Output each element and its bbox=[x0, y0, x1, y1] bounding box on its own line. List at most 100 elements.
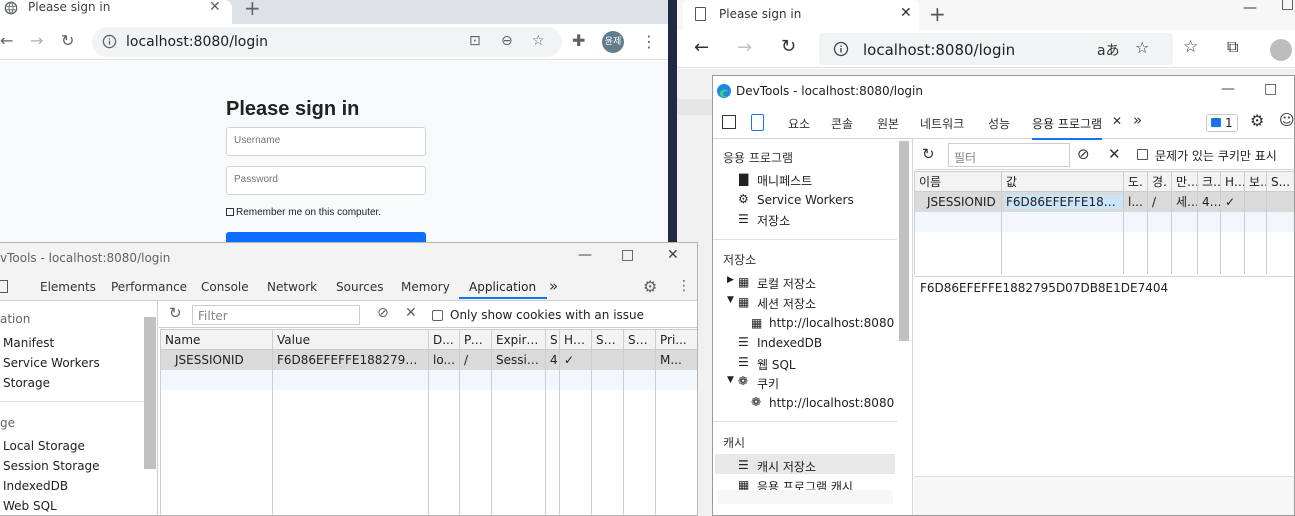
minimize-icon[interactable]: — bbox=[578, 247, 592, 263]
sidebar-item-manifest[interactable]: Manifest bbox=[3, 336, 54, 350]
column-header[interactable]: 이름 bbox=[914, 171, 1002, 192]
reload-icon[interactable]: ↻ bbox=[61, 32, 74, 50]
maximize-icon[interactable]: □ bbox=[621, 247, 634, 263]
column-header[interactable]: D... bbox=[428, 329, 460, 350]
close-tab-icon[interactable]: ✕ bbox=[1112, 114, 1122, 128]
info-icon[interactable] bbox=[102, 34, 117, 49]
more-tabs-icon[interactable]: » bbox=[549, 277, 558, 295]
sidebar-item-session-storage-ko[interactable]: 세션 저장소 bbox=[757, 295, 816, 312]
column-header[interactable]: 만.. bbox=[1171, 171, 1198, 192]
sidebar-item-local-storage-ko[interactable]: 로컬 저장소 bbox=[757, 275, 816, 292]
password-input[interactable]: Password bbox=[226, 166, 426, 195]
column-header[interactable]: S. bbox=[545, 329, 560, 350]
edge-devtools-maximize-icon[interactable]: □ bbox=[1264, 81, 1277, 97]
column-header[interactable]: 값 bbox=[1001, 171, 1124, 192]
more-tabs-icon[interactable]: » bbox=[1133, 111, 1142, 129]
sidebar-item-manifest-ko[interactable]: 매니페스트 bbox=[757, 172, 812, 189]
edge-reload-icon[interactable]: ↻ bbox=[781, 38, 796, 56]
tab-performance-ko[interactable]: 성능 bbox=[988, 115, 1010, 132]
column-header[interactable]: Value bbox=[272, 329, 429, 350]
collapse-arrow-icon[interactable]: ▼ bbox=[727, 295, 734, 305]
collections-icon[interactable]: ⧉ bbox=[1227, 38, 1238, 56]
sidebar-item-service-workers[interactable]: Service Workers bbox=[3, 356, 100, 370]
settings-gear-icon[interactable]: ⚙ bbox=[643, 277, 657, 296]
menu-icon[interactable]: ⋮ bbox=[641, 32, 657, 51]
settings-gear-icon[interactable]: ⚙ bbox=[1250, 111, 1264, 130]
tab-network[interactable]: Network bbox=[267, 280, 317, 294]
extensions-icon[interactable]: ✚ bbox=[572, 32, 585, 50]
tab-console-ko[interactable]: 콘솔 bbox=[831, 115, 853, 132]
edge-address-bar[interactable]: localhost:8080/login aあ ☆ bbox=[819, 33, 1173, 65]
sidebar-horizontal-scrollbar[interactable] bbox=[717, 490, 893, 504]
sidebar-item-session-origin[interactable]: http://localhost:8080 bbox=[769, 316, 894, 330]
edge-devtools-minimize-icon[interactable]: — bbox=[1221, 81, 1235, 97]
column-header[interactable]: Pa... bbox=[459, 329, 492, 350]
edge-cookie-filter-input[interactable]: 필터 bbox=[948, 143, 1070, 167]
tab-application-ko[interactable]: 응용 프로그램 bbox=[1032, 115, 1103, 140]
column-header[interactable]: 도. bbox=[1123, 171, 1148, 192]
sidebar-item-websql-ko[interactable]: 웹 SQL bbox=[757, 356, 796, 373]
collapse-arrow-icon[interactable]: ▼ bbox=[727, 375, 734, 385]
edge-new-tab-icon[interactable]: + bbox=[929, 2, 946, 26]
maximize-icon[interactable]: □ bbox=[1281, 0, 1294, 12]
tab-sources-ko[interactable]: 원본 bbox=[877, 115, 899, 132]
refresh-icon[interactable]: ↻ bbox=[169, 304, 182, 322]
table-row[interactable]: JSESSIONID F6D86EFEFFE1882795D07... lo..… bbox=[160, 349, 697, 370]
issues-badge[interactable]: 1 bbox=[1206, 114, 1238, 132]
delete-selected-icon[interactable]: ✕ bbox=[405, 305, 417, 321]
column-header[interactable]: Expire... bbox=[491, 329, 546, 350]
column-header[interactable]: 경. bbox=[1147, 171, 1172, 192]
edge-back-icon[interactable]: ← bbox=[694, 39, 709, 57]
edge-browser-tab[interactable]: Please sign in ✕ bbox=[683, 0, 919, 30]
column-header[interactable]: Sa... bbox=[623, 329, 656, 350]
clear-all-icon[interactable]: ⊘ bbox=[1077, 145, 1090, 163]
remember-me[interactable]: Remember me on this computer. bbox=[226, 207, 381, 218]
close-tab-icon[interactable]: ✕ bbox=[209, 0, 221, 15]
back-icon[interactable]: ← bbox=[0, 32, 13, 50]
new-tab-icon[interactable]: + bbox=[244, 0, 261, 20]
zoom-icon[interactable]: ⊖ bbox=[501, 33, 513, 49]
column-header[interactable]: S... bbox=[1266, 171, 1294, 192]
delete-selected-icon[interactable]: ✕ bbox=[1108, 145, 1121, 163]
sidebar-item-web-sql[interactable]: Web SQL bbox=[3, 499, 57, 513]
tab-performance[interactable]: Performance bbox=[111, 280, 187, 294]
edge-info-icon[interactable] bbox=[833, 41, 849, 57]
only-issues-checkbox[interactable] bbox=[432, 310, 443, 321]
bookmark-star-icon[interactable]: ☆ bbox=[532, 33, 545, 49]
column-header[interactable]: 보. bbox=[1244, 171, 1267, 192]
column-header[interactable]: Pri... bbox=[655, 329, 697, 350]
only-issues-checkbox-ko[interactable] bbox=[1137, 149, 1148, 160]
sidebar-scrollbar[interactable] bbox=[899, 141, 909, 341]
edge-forward-icon[interactable]: → bbox=[737, 39, 752, 57]
inspect-icon[interactable] bbox=[722, 115, 736, 129]
tab-application[interactable]: Application bbox=[459, 280, 548, 299]
translate-icon[interactable]: ⊡ bbox=[469, 33, 481, 49]
tab-sources[interactable]: Sources bbox=[336, 280, 383, 294]
avatar[interactable]: 윤제 bbox=[602, 31, 624, 53]
clear-all-icon[interactable]: ⊘ bbox=[377, 305, 389, 321]
tab-elements[interactable]: Elements bbox=[40, 280, 96, 294]
forward-icon[interactable]: → bbox=[30, 32, 43, 50]
sidebar-item-indexeddb-ko[interactable]: IndexedDB bbox=[757, 336, 822, 350]
kebab-menu-icon[interactable]: ⋮ bbox=[677, 278, 691, 294]
sidebar-item-storage-ko[interactable]: 저장소 bbox=[757, 212, 790, 229]
sidebar-item-storage[interactable]: Storage bbox=[3, 376, 50, 390]
close-icon[interactable]: ✕ bbox=[667, 247, 679, 263]
sidebar-item-local-storage[interactable]: Local Storage bbox=[3, 439, 85, 453]
column-header[interactable]: Ht... bbox=[559, 329, 592, 350]
sidebar-item-service-workers-ko[interactable]: Service Workers bbox=[757, 193, 854, 207]
add-favorite-icon[interactable]: ☆ bbox=[1135, 38, 1149, 57]
tab-memory[interactable]: Memory bbox=[401, 280, 450, 294]
expand-arrow-icon[interactable]: ▶ bbox=[727, 275, 734, 285]
sidebar-item-indexeddb[interactable]: IndexedDB bbox=[3, 479, 68, 493]
browser-tab[interactable]: Please sign in ✕ bbox=[0, 0, 232, 24]
username-input[interactable]: Username bbox=[226, 127, 426, 156]
tab-console[interactable]: Console bbox=[201, 280, 249, 294]
address-bar[interactable]: localhost:8080/login ⊡ ⊖ ☆ bbox=[92, 27, 562, 57]
column-header[interactable]: Name bbox=[160, 329, 273, 350]
column-header[interactable]: Se... bbox=[591, 329, 624, 350]
minimize-icon[interactable]: — bbox=[1243, 0, 1257, 16]
edge-profile-icon[interactable] bbox=[1270, 39, 1292, 61]
feedback-icon[interactable]: ☺ bbox=[1279, 111, 1294, 129]
refresh-icon[interactable]: ↻ bbox=[922, 145, 935, 163]
